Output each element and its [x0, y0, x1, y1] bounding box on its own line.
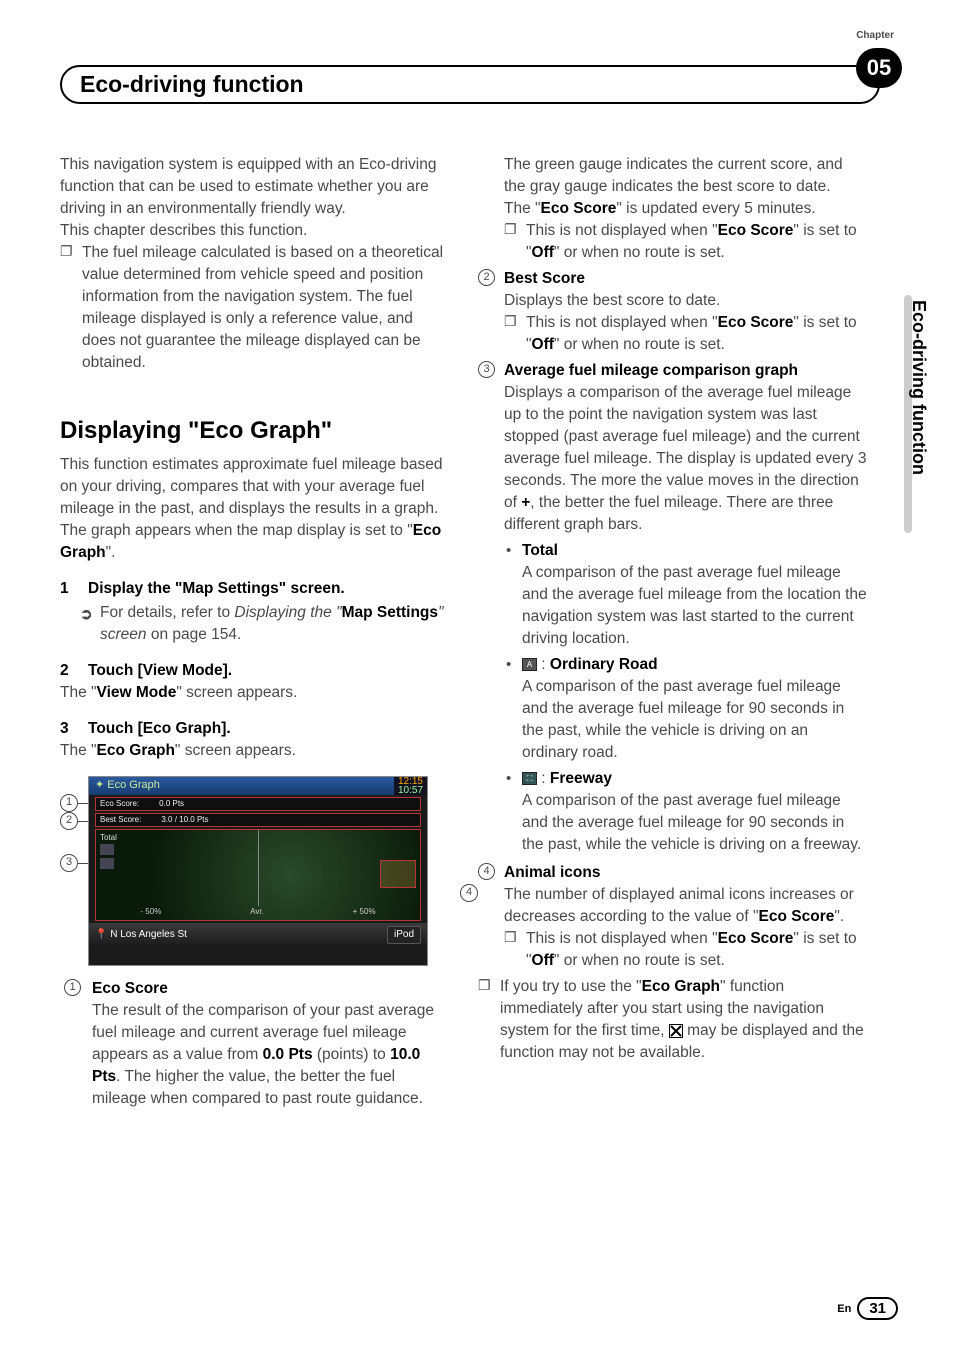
circled-4: 4 [478, 863, 495, 880]
side-tab-label: Eco-driving function [908, 300, 929, 475]
page-footer: En 31 [837, 1297, 898, 1320]
step-3: 3Touch [Eco Graph]. [60, 718, 450, 740]
heading-part-a: Displaying [60, 417, 188, 444]
item-4: 4 Animal icons The number of displayed a… [478, 862, 868, 972]
section-heading: Displaying "Eco Graph" [60, 414, 450, 448]
language-label: En [837, 1303, 851, 1315]
item-4-title: Animal icons [504, 864, 600, 881]
page-title-bar: Eco-driving function [60, 65, 880, 104]
fig-eco-score-row: Eco Score:0.0 Pts [95, 797, 421, 811]
freeway-icon: ⛶ [522, 772, 537, 785]
chapter-number-badge: 05 [856, 48, 902, 88]
sub-ordinary: A : Ordinary Road [478, 654, 868, 676]
callout-4: 4 [460, 884, 478, 902]
heading-part-b: "Eco Graph" [188, 417, 332, 444]
col2-top-a: The green gauge indicates the current sc… [478, 154, 868, 198]
step-1-reference: ➲ For details, refer to Displaying the "… [60, 602, 450, 646]
step-2-result: The "View Mode" screen appears. [60, 682, 450, 704]
chapter-label: Chapter [856, 30, 894, 41]
callout-1: 1 [60, 794, 78, 812]
eco-graph-screenshot: ✦ Eco Graph 12:15 10:57 Eco Score:0.0 Pt… [88, 776, 428, 966]
step-1: 1Display the "Map Settings" screen. [60, 578, 450, 600]
left-column: This navigation system is equipped with … [60, 154, 450, 1110]
item-3-body: Displays a comparison of the average fue… [504, 382, 868, 536]
step-3-result: The "Eco Graph" screen appears. [60, 740, 450, 762]
ordinary-road-icon: A [522, 658, 537, 671]
callout-2: 2 [60, 812, 78, 830]
circled-1: 1 [64, 979, 81, 996]
item-1-body: The result of the comparison of your pas… [92, 1000, 450, 1110]
step-2: 2Touch [View Mode]. [60, 660, 450, 682]
fig-header: ✦ Eco Graph 12:15 10:57 [89, 777, 427, 795]
item-1: 1 Eco Score The result of the comparison… [60, 978, 450, 1110]
section-paragraph-1: This function estimates approximate fuel… [60, 454, 450, 520]
reference-icon: ➲ [80, 604, 93, 625]
item-4-body: The number of displayed animal icons inc… [504, 884, 868, 928]
sub-freeway-body: A comparison of the past average fuel mi… [478, 790, 868, 856]
callout-3: 3 [60, 854, 78, 872]
sub-ordinary-body: A comparison of the past average fuel mi… [478, 676, 868, 764]
item-3: 3 Average fuel mileage comparison graph … [478, 360, 868, 536]
item-2-title: Best Score [504, 270, 585, 287]
note-bullet-1: The fuel mileage calculated is based on … [60, 242, 450, 374]
page-title: Eco-driving function [80, 71, 304, 98]
fig-bottom-bar: 📍 N Los Angeles St iPod [89, 923, 427, 947]
item-2: 2 Best Score Displays the best score to … [478, 268, 868, 356]
col2-note-1: This is not displayed when "Eco Score" i… [504, 220, 868, 264]
final-note: If you try to use the "Eco Graph" functi… [478, 976, 868, 1064]
page-number: 31 [857, 1297, 898, 1320]
item-1-title: Eco Score [92, 980, 168, 997]
circled-2: 2 [478, 269, 495, 286]
fig-graph-area: Total - 50% Avr. + 50% [95, 829, 421, 921]
sub-total-body: A comparison of the past average fuel mi… [478, 562, 868, 650]
right-column: The green gauge indicates the current sc… [478, 154, 868, 1110]
unavailable-icon [669, 1024, 683, 1038]
circled-3: 3 [478, 361, 495, 378]
item-2-body: Displays the best score to date. [504, 290, 868, 312]
sub-freeway: ⛶ : Freeway [478, 768, 868, 790]
sub-total: Total [478, 540, 868, 562]
section-paragraph-2: The graph appears when the map display i… [60, 520, 450, 564]
col2-top-b: The "Eco Score" is updated every 5 minut… [478, 198, 868, 220]
item-2-note: This is not displayed when "Eco Score" i… [504, 312, 868, 356]
intro-paragraph-2: This chapter describes this function. [60, 220, 450, 242]
item-4-note: This is not displayed when "Eco Score" i… [504, 928, 868, 972]
fig-best-score-row: Best Score:3.0 / 10.0 Pts [95, 813, 421, 827]
item-3-title: Average fuel mileage comparison graph [504, 362, 798, 379]
intro-paragraph-1: This navigation system is equipped with … [60, 154, 450, 220]
